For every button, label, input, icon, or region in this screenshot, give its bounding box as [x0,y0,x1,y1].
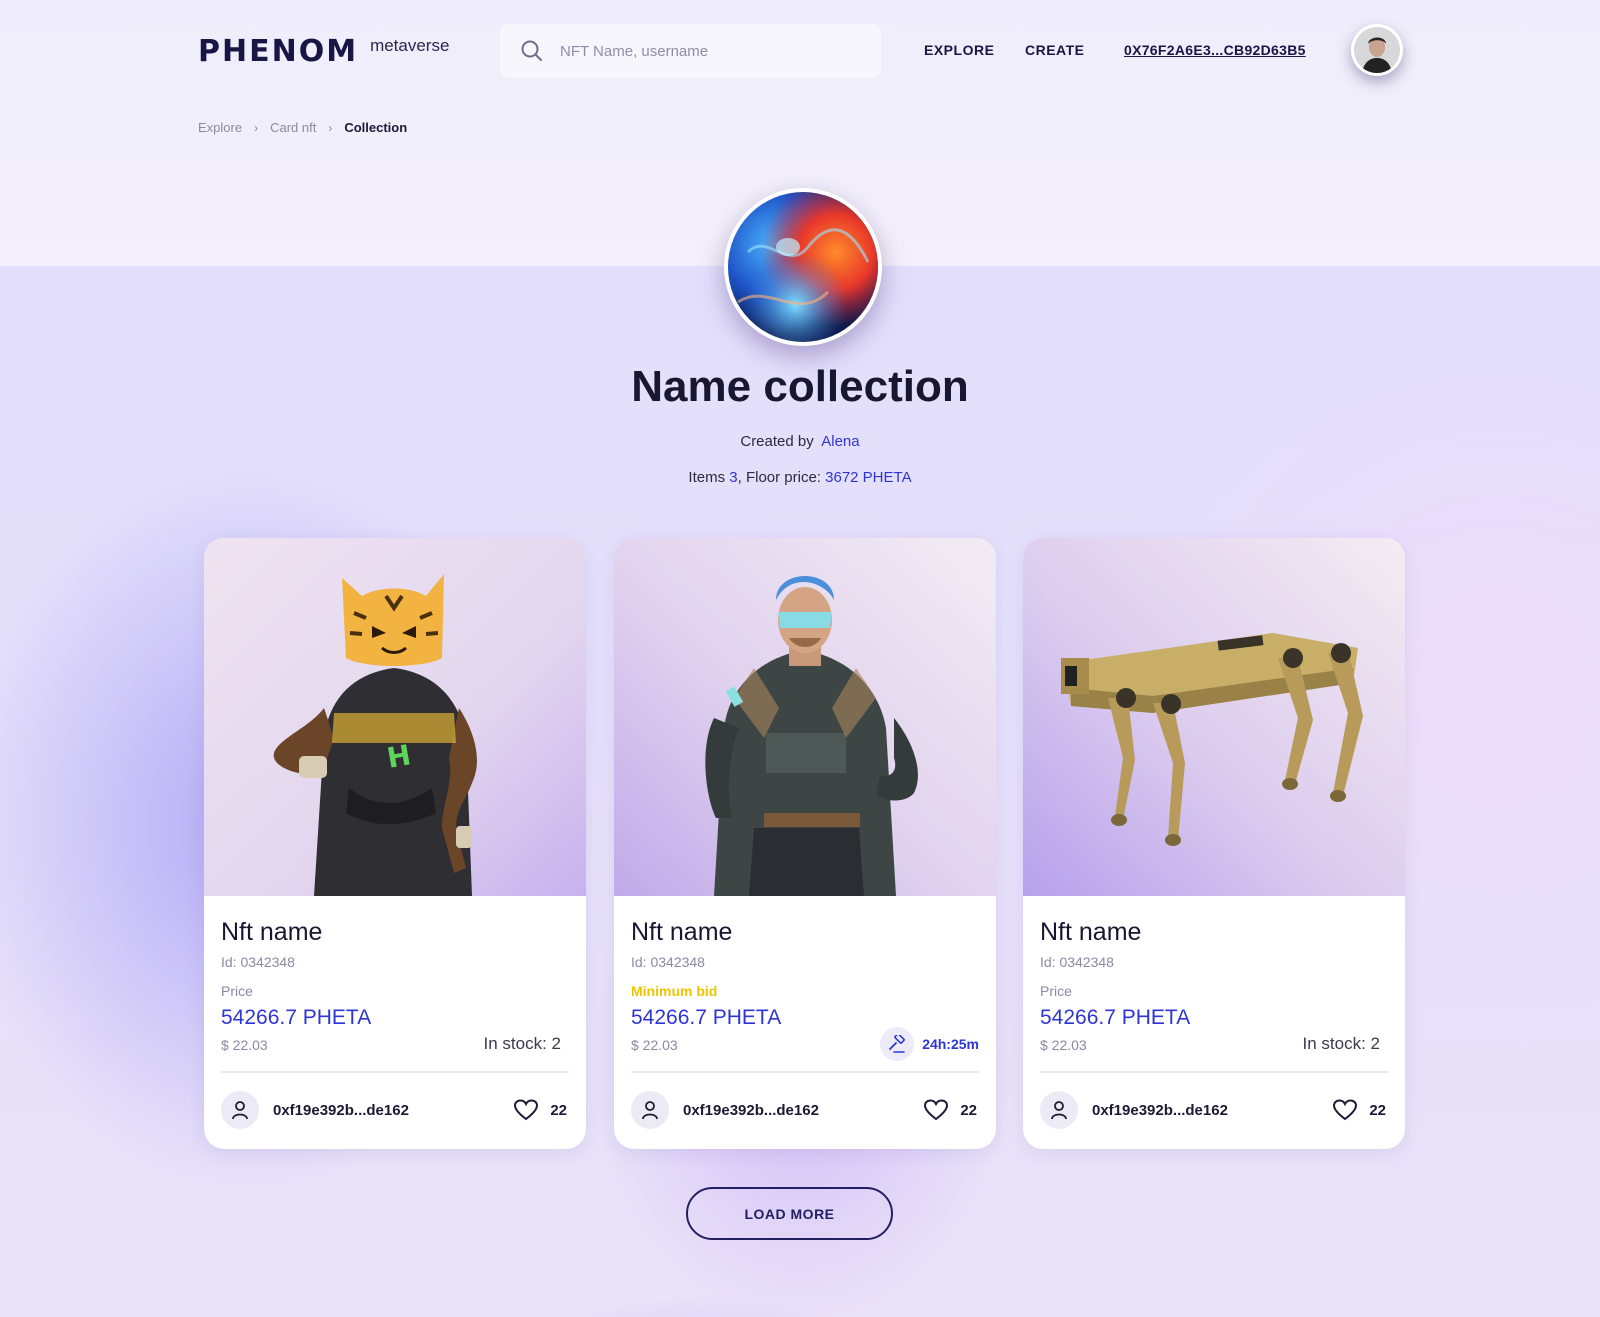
user-avatar-image [1354,27,1400,73]
nft-id: Id: 0342348 [631,954,705,970]
nft-name[interactable]: Nft name [1040,918,1141,947]
auction-timer: 24h:25m [880,1027,979,1061]
owner-row: 0xf19e392b...de162 22 [1040,1090,1388,1130]
nft-image[interactable] [1023,538,1405,896]
owner-address[interactable]: 0xf19e392b...de162 [273,1102,409,1119]
owner-row: 0xf19e392b...de162 22 [631,1090,979,1130]
likes[interactable]: 22 [1333,1099,1386,1121]
price-usd: $ 22.03 [631,1037,678,1053]
chevron-right-icon: › [254,120,259,135]
top-header: PHENOM metaverse EXPLORE CREATE 0X76F2A6… [0,0,1600,100]
like-count: 22 [550,1101,567,1119]
breadcrumb: Explore › Card nft › Collection [198,120,407,135]
created-by-line: Created by Alena [0,433,1600,450]
items-count: 3 [729,469,738,486]
breadcrumb-explore[interactable]: Explore [198,120,242,135]
nft-card-body: Nft name Id: 0342348 Minimum bid 54266.7… [614,896,996,1149]
user-icon [1040,1091,1078,1129]
nft-name[interactable]: Nft name [221,918,322,947]
logo-subtitle: metaverse [370,36,450,55]
search-icon [521,40,542,61]
user-icon [221,1091,259,1129]
nft-card[interactable]: Nft name Id: 0342348 Minimum bid 54266.7… [614,538,996,1149]
nft-name[interactable]: Nft name [631,918,732,947]
heart-icon[interactable] [514,1099,539,1121]
heart-icon[interactable] [924,1099,949,1121]
floor-price-label: , Floor price: [737,469,821,486]
like-count: 22 [960,1101,977,1119]
card-divider [631,1071,979,1073]
stock-count: In stock: 2 [483,1034,561,1053]
price-value: 54266.7 PHETA [1040,1006,1191,1029]
items-label: Items [688,469,726,486]
price-value: 54266.7 PHETA [221,1006,372,1029]
user-icon [631,1091,669,1129]
likes[interactable]: 22 [514,1099,567,1121]
nft-id: Id: 0342348 [1040,954,1114,970]
price-usd: $ 22.03 [1040,1037,1087,1053]
breadcrumb-card-nft[interactable]: Card nft [270,120,316,135]
price-value: 54266.7 PHETA [631,1006,782,1029]
price-label: Price [221,983,253,999]
stock-count: In stock: 2 [1302,1034,1380,1053]
chevron-right-icon: › [328,120,333,135]
nft-card[interactable]: Nft name Id: 0342348 Price 54266.7 PHETA… [1023,538,1405,1149]
user-avatar[interactable] [1351,24,1403,76]
card-divider [221,1071,569,1073]
likes[interactable]: 22 [924,1099,977,1121]
logo-wordmark: PHENOM [198,34,359,69]
nav-create[interactable]: CREATE [1025,42,1085,58]
logo[interactable]: PHENOM metaverse [198,32,449,72]
heart-icon[interactable] [1333,1099,1358,1121]
nav-explore[interactable]: EXPLORE [924,42,994,58]
collection-avatar-image [728,192,878,342]
created-by-label: Created by [740,433,814,450]
owner-address[interactable]: 0xf19e392b...de162 [1092,1102,1228,1119]
search-bar [500,24,881,78]
breadcrumb-collection: Collection [344,120,408,135]
collection-avatar [724,188,882,346]
like-count: 22 [1369,1101,1386,1119]
wallet-address[interactable]: 0X76F2A6E3...CB92D63B5 [1124,42,1306,58]
minimum-bid-label: Minimum bid [631,983,718,999]
creator-link[interactable]: Alena [821,433,859,450]
search-input[interactable] [560,42,860,60]
nft-card[interactable]: H Nft name Id: 0342348 Price 54266.7 PHE… [204,538,586,1149]
load-more-button[interactable]: LOAD MORE [686,1187,893,1240]
nft-id: Id: 0342348 [221,954,295,970]
owner-address[interactable]: 0xf19e392b...de162 [683,1102,819,1119]
price-usd: $ 22.03 [221,1037,268,1053]
collection-title: Name collection [631,362,969,411]
nft-card-body: Nft name Id: 0342348 Price 54266.7 PHETA… [204,896,586,1149]
timer-value: 24h:25m [922,1036,979,1052]
nft-image[interactable] [614,538,996,896]
nft-card-body: Nft name Id: 0342348 Price 54266.7 PHETA… [1023,896,1405,1149]
auction-hammer-icon [880,1027,915,1061]
floor-price-value: 3672 PHETA [825,469,912,486]
price-label: Price [1040,983,1072,999]
card-divider [1040,1071,1388,1073]
nft-image[interactable]: H [204,538,586,896]
collection-stats: Items 3, Floor price: 3672 PHETA [0,469,1600,486]
owner-row: 0xf19e392b...de162 22 [221,1090,569,1130]
